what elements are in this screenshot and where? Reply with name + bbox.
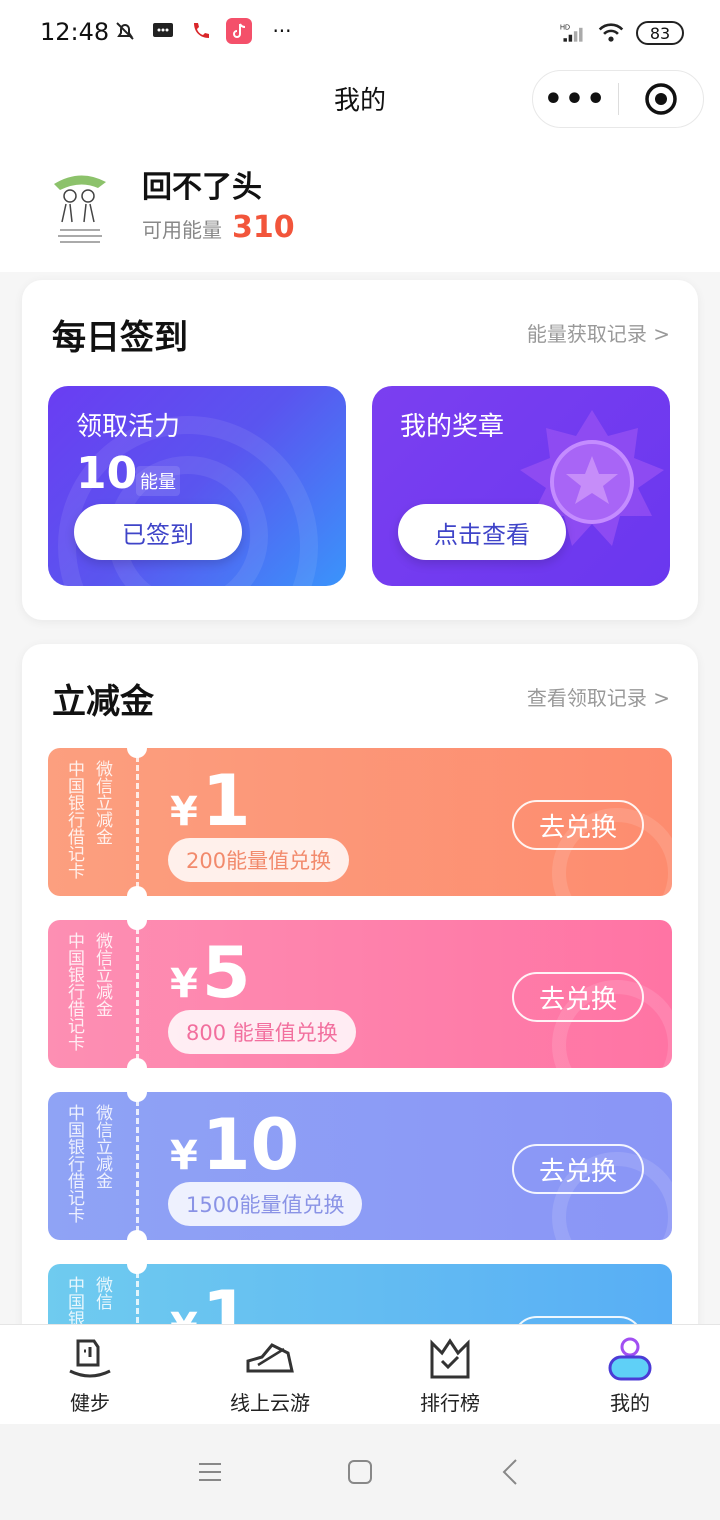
- avatar[interactable]: [48, 162, 112, 250]
- coupon-amount: ¥ 1: [170, 766, 251, 836]
- coupon-side-text: 中国银行借记卡 微信立减金: [62, 760, 122, 884]
- coupon-amount: ¥ 5: [170, 938, 251, 1008]
- coupon-bank-text: 中国银行借记卡: [64, 932, 84, 1051]
- coupon-divider: [136, 1100, 139, 1232]
- tab-walk[interactable]: 健步: [0, 1325, 180, 1424]
- user-icon: [604, 1337, 656, 1381]
- miniprogram-capsule: •••: [532, 70, 704, 128]
- coupon-value: 5: [201, 932, 251, 1014]
- daily-sign-title: 每日签到: [52, 318, 188, 358]
- coupon-value: 1: [201, 760, 251, 842]
- redeem-button[interactable]: 去兑换: [512, 800, 644, 850]
- coupon-bank-text: 中国银行借记卡: [64, 760, 84, 879]
- mute-icon: [112, 18, 138, 44]
- navigation-bar: 我的 •••: [0, 68, 720, 132]
- wifi-icon: [598, 20, 624, 46]
- redeem-button[interactable]: 去兑换: [512, 972, 644, 1022]
- menu-button[interactable]: [190, 1452, 230, 1492]
- yen-symbol: ¥: [170, 961, 198, 1007]
- tab-mine-label: 我的: [610, 1391, 650, 1415]
- tiktok-icon: [226, 18, 252, 44]
- coupon-bank-text: 中国银行借记卡: [64, 1104, 84, 1223]
- claim-energy-label: 领取活力: [76, 412, 181, 442]
- tab-leaderboard[interactable]: 排行榜: [360, 1325, 540, 1424]
- my-medals-card: 我的奖章 点击查看: [372, 386, 670, 586]
- crown-icon: [424, 1337, 476, 1381]
- menu-icon: [199, 1463, 221, 1481]
- chevron-left-icon: [502, 1459, 517, 1485]
- signed-in-button[interactable]: 已签到: [74, 504, 242, 560]
- target-icon: [645, 83, 677, 115]
- coupon-cost: 200能量值兑换: [168, 838, 350, 882]
- signal-icon: HD: [560, 20, 586, 46]
- redeem-button[interactable]: 去兑换: [512, 1144, 644, 1194]
- missed-call-icon: [188, 18, 214, 44]
- energy-value: 310: [232, 210, 295, 245]
- profile-header: 回不了头 可用能量 310: [0, 132, 720, 272]
- energy-balance: 可用能量 310: [142, 210, 295, 245]
- tab-leaderboard-label: 排行榜: [420, 1391, 480, 1415]
- status-notification-icons: ···: [112, 18, 300, 44]
- coupon-amount: ¥ 10: [170, 1110, 299, 1180]
- coupon-divider: [136, 928, 139, 1060]
- close-miniprogram-button[interactable]: [619, 71, 703, 127]
- yen-symbol: ¥: [170, 1133, 198, 1179]
- tab-walk-label: 健步: [70, 1391, 110, 1415]
- more-menu-button[interactable]: •••: [533, 71, 618, 127]
- coupon-type-text: 微信立减金: [92, 1104, 112, 1189]
- daily-sign-card: 每日签到 能量获取记录 > 领取活力 10 能量 已签到 我的奖章 点击查看: [22, 280, 698, 620]
- claim-energy-amount: 10: [76, 448, 138, 499]
- tab-mine[interactable]: 我的: [540, 1325, 720, 1424]
- status-bar: 12:48 ··· HD 83: [0, 0, 720, 68]
- battery-indicator: 83: [636, 21, 684, 45]
- system-navigation-bar: [0, 1424, 720, 1520]
- square-icon: [348, 1460, 372, 1484]
- my-medals-label: 我的奖章: [400, 412, 505, 442]
- coupon-item: 中国银行借记卡 微信立减金 ¥ 10 1500能量值兑换 去兑换: [48, 1092, 672, 1240]
- coupon-divider: [136, 756, 139, 888]
- coupons-title: 立减金: [52, 682, 154, 722]
- coupon-type-text: 微信立减金: [92, 760, 112, 845]
- status-system-icons: HD 83: [560, 20, 684, 46]
- coupon-side-text: 中国银行借记卡 微信立减金: [62, 1104, 122, 1228]
- yen-symbol: ¥: [170, 789, 198, 835]
- coupon-item: 中国银行借记卡 微信立减金 ¥ 5 800 能量值兑换 去兑换: [48, 920, 672, 1068]
- coupon-value: 10: [201, 1104, 300, 1186]
- bottom-tab-bar: 健步 线上云游 排行榜 我的: [0, 1324, 720, 1424]
- claim-energy-unit: 能量: [136, 466, 180, 496]
- more-notifications-icon: ···: [272, 19, 292, 43]
- coupon-item: 中国银行借记卡 微信立减金 ¥ 1 200能量值兑换 去兑换: [48, 748, 672, 896]
- username: 回不了头: [142, 170, 262, 205]
- walk-icon: [64, 1337, 116, 1381]
- claim-energy-card: 领取活力 10 能量 已签到: [48, 386, 346, 586]
- svg-text:HD: HD: [560, 25, 570, 32]
- coupon-history-link[interactable]: 查看领取记录 >: [527, 682, 670, 711]
- tab-online-tour-label: 线上云游: [230, 1391, 310, 1415]
- coupon-cost: 800 能量值兑换: [168, 1010, 356, 1054]
- shoe-icon: [244, 1337, 296, 1381]
- back-button[interactable]: [490, 1452, 530, 1492]
- energy-history-link[interactable]: 能量获取记录 >: [527, 318, 670, 347]
- home-button[interactable]: [340, 1452, 380, 1492]
- message-icon: [150, 18, 176, 44]
- coupon-cost: 1500能量值兑换: [168, 1182, 363, 1226]
- coupons-card: 立减金 查看领取记录 > 中国银行借记卡 微信立减金 ¥ 1 200能量值兑换 …: [22, 644, 698, 1344]
- energy-label: 可用能量: [142, 218, 222, 242]
- tab-online-tour[interactable]: 线上云游: [180, 1325, 360, 1424]
- status-time: 12:48: [40, 18, 110, 46]
- view-medals-button[interactable]: 点击查看: [398, 504, 566, 560]
- coupon-side-text: 中国银行借记卡 微信立减金: [62, 932, 122, 1056]
- coupon-type-text: 微信立减金: [92, 932, 112, 1017]
